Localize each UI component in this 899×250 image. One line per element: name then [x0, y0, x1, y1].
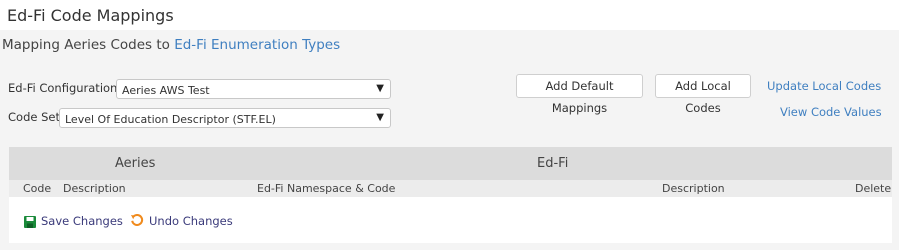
grid-group-aeries: Aeries — [115, 156, 156, 171]
subtitle-prefix: Mapping Aeries Codes to — [2, 37, 175, 53]
save-changes-button[interactable]: Save Changes — [41, 214, 123, 228]
column-code[interactable]: Code — [23, 182, 51, 195]
update-local-codes-link[interactable]: Update Local Codes — [767, 79, 881, 93]
undo-changes-button[interactable]: Undo Changes — [149, 214, 233, 228]
save-icon — [24, 213, 36, 232]
configuration-label: Ed-Fi Configuration: — [8, 81, 122, 95]
view-code-values-link[interactable]: View Code Values — [780, 105, 882, 119]
chevron-down-icon: ▼ — [376, 112, 384, 123]
codeset-select[interactable]: Level Of Education Descriptor (STF.EL) ▼ — [59, 108, 391, 128]
add-local-codes-button[interactable]: Add Local Codes — [655, 74, 751, 115]
enumeration-types-link[interactable]: Ed-Fi Enumeration Types — [174, 37, 340, 53]
column-edfi-description[interactable]: Description — [662, 182, 725, 195]
grid-column-header — [9, 180, 892, 197]
column-delete[interactable]: Delete — [855, 182, 891, 195]
page-title: Ed-Fi Code Mappings — [7, 6, 174, 25]
codeset-value: Level Of Education Descriptor (STF.EL) — [65, 113, 276, 126]
chevron-down-icon: ▼ — [376, 83, 384, 94]
codeset-label: Code Set: — [8, 110, 64, 124]
column-namespace-code[interactable]: Ed-Fi Namespace & Code — [257, 182, 395, 195]
undo-icon — [130, 212, 144, 231]
configuration-select[interactable]: Aeries AWS Test ▼ — [116, 79, 391, 99]
grid-group-edfi: Ed-Fi — [537, 156, 569, 171]
page-subtitle: Mapping Aeries Codes to Ed-Fi Enumeratio… — [2, 37, 340, 53]
add-default-mappings-button[interactable]: Add Default Mappings — [516, 74, 643, 115]
column-description[interactable]: Description — [63, 182, 126, 195]
configuration-value: Aeries AWS Test — [122, 84, 210, 97]
